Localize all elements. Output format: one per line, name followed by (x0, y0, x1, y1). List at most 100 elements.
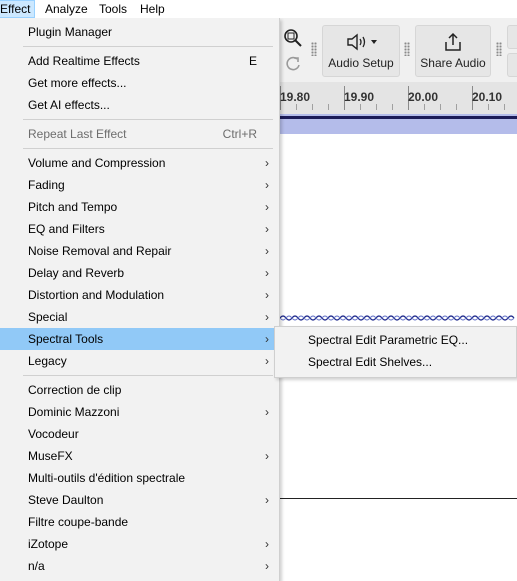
menu-item-label: Dominic Mazzoni (28, 405, 120, 419)
menu-item-multi-outils-edition-spectrale[interactable]: Multi-outils d'édition spectrale (0, 467, 279, 489)
redo-icon[interactable] (284, 54, 302, 75)
menu-item-eq-and-filters[interactable]: EQ and Filters › (0, 218, 279, 240)
submenu-arrow-icon: › (265, 493, 269, 507)
menu-item-label: Spectral Tools (28, 332, 104, 346)
submenu-arrow-icon: › (265, 222, 269, 236)
menu-item-label: Plugin Manager (28, 25, 113, 39)
zoom-group (280, 25, 306, 75)
menu-tools[interactable]: Tools (95, 0, 131, 18)
menu-separator (23, 148, 273, 149)
menu-item-label: Multi-outils d'édition spectrale (28, 471, 186, 485)
share-audio-button[interactable]: Share Audio (415, 25, 491, 77)
menu-item-n-a[interactable]: n/a › (0, 555, 279, 577)
speaker-icon (323, 32, 399, 55)
menu-item-label: Legacy (28, 354, 67, 368)
menu-separator (23, 375, 273, 376)
track-divider (280, 498, 517, 499)
menu-item-legacy[interactable]: Legacy › (0, 350, 279, 372)
menu-item-volume-and-compression[interactable]: Volume and Compression › (0, 152, 279, 174)
submenu-arrow-icon: › (265, 288, 269, 302)
menu-item-shortcut: E (248, 54, 257, 68)
menu-item-delay-and-reverb[interactable]: Delay and Reverb › (0, 262, 279, 284)
submenu-arrow-icon: › (265, 244, 269, 258)
menu-item-izotope[interactable]: iZotope › (0, 533, 279, 555)
submenu-arrow-icon: › (265, 178, 269, 192)
menu-item-correction-de-clip[interactable]: Correction de clip (0, 379, 279, 401)
menu-item-plugin-manager[interactable]: Plugin Manager (0, 21, 279, 43)
menu-item-label: Correction de clip (28, 383, 122, 397)
partial-toolbar-button[interactable] (507, 25, 517, 49)
submenu-arrow-icon: › (265, 559, 269, 573)
menu-effect[interactable]: Effect (0, 0, 36, 18)
submenu-arrow-icon: › (265, 310, 269, 324)
timeline-ruler[interactable]: 19.80 19.90 20.00 20.10 (280, 82, 517, 115)
menu-item-shortcut: Ctrl+R (222, 127, 257, 141)
selection-bar[interactable] (280, 114, 517, 134)
menu-item-noise-removal-and-repair[interactable]: Noise Removal and Repair › (0, 240, 279, 262)
zoom-toggle-icon[interactable] (283, 28, 303, 51)
submenu-arrow-icon: › (265, 449, 269, 463)
menu-item-spectral-tools[interactable]: Spectral Tools › (0, 328, 279, 350)
menu-item-label: Special (28, 310, 68, 324)
menu-item-repeat-last-effect: Repeat Last Effect Ctrl+R (0, 123, 279, 145)
audio-setup-button[interactable]: Audio Setup (322, 25, 400, 77)
submenu-arrow-icon: › (265, 156, 269, 170)
menu-item-add-realtime-effects[interactable]: Add Realtime Effects E (0, 50, 279, 72)
share-icon (416, 32, 490, 55)
toolbar-grip[interactable] (404, 42, 410, 56)
menu-item-musefx[interactable]: MuseFX › (0, 445, 279, 467)
menu-item-dominic-mazzoni[interactable]: Dominic Mazzoni › (0, 401, 279, 423)
toolbar-grip[interactable] (311, 42, 317, 56)
ruler-tick-label: 19.80 (280, 90, 311, 104)
submenu-arrow-icon: › (265, 266, 269, 280)
menu-separator (23, 46, 273, 47)
share-audio-label: Share Audio (420, 56, 486, 70)
menu-item-label: Get AI effects... (28, 98, 110, 112)
menu-item-label: Volume and Compression (28, 156, 166, 170)
submenu-item-spectral-edit-shelves[interactable]: Spectral Edit Shelves... (275, 351, 516, 373)
submenu-item-label: Spectral Edit Shelves... (308, 355, 433, 369)
menu-item-vocodeur[interactable]: Vocodeur (0, 423, 279, 445)
menu-item-distortion-and-modulation[interactable]: Distortion and Modulation › (0, 284, 279, 306)
menu-item-label: MuseFX (28, 449, 73, 463)
menu-item-get-ai-effects[interactable]: Get AI effects... (0, 94, 279, 116)
menu-item-label: EQ and Filters (28, 222, 105, 236)
menu-item-get-more-effects[interactable]: Get more effects... (0, 72, 279, 94)
partial-toolbar-button[interactable] (507, 53, 517, 77)
menu-item-label: Filtre coupe-bande (28, 515, 129, 529)
selection-line (280, 116, 517, 119)
menu-item-steve-daulton[interactable]: Steve Daulton › (0, 489, 279, 511)
menu-item-fading[interactable]: Fading › (0, 174, 279, 196)
menu-item-label: n/a (28, 559, 45, 573)
ruler-tick-label: 19.90 (344, 90, 375, 104)
spectral-tools-submenu: Spectral Edit Parametric EQ... Spectral … (274, 326, 517, 378)
menu-item-label: Vocodeur (28, 427, 79, 441)
audio-setup-label: Audio Setup (328, 56, 394, 70)
menu-separator (23, 119, 273, 120)
ruler-tick-label: 20.00 (408, 90, 439, 104)
menu-item-label: Noise Removal and Repair (28, 244, 172, 258)
menu-item-label: Get more effects... (28, 76, 127, 90)
menu-item-pitch-and-tempo[interactable]: Pitch and Tempo › (0, 196, 279, 218)
effect-menu: Plugin Manager Add Realtime Effects E Ge… (0, 18, 280, 581)
ruler-tick-label: 20.10 (472, 90, 503, 104)
menubar: Effect Analyze Tools Help (0, 0, 517, 18)
menu-item-label: Steve Daulton (28, 493, 104, 507)
toolbar-grip[interactable] (496, 42, 502, 56)
menu-item-label: Delay and Reverb (28, 266, 125, 280)
submenu-arrow-icon: › (265, 200, 269, 214)
menu-item-label: Fading (28, 178, 65, 192)
toolbar: Audio Setup Share Audio (280, 18, 517, 82)
submenu-arrow-icon: › (265, 537, 269, 551)
submenu-arrow-icon: › (265, 354, 269, 368)
menu-item-label: Distortion and Modulation (28, 288, 165, 302)
menu-item-filtre-coupe-bande[interactable]: Filtre coupe-bande (0, 511, 279, 533)
menu-item-label: Pitch and Tempo (28, 200, 118, 214)
menu-item-special[interactable]: Special › (0, 306, 279, 328)
menu-item-label: iZotope (28, 537, 69, 551)
submenu-item-spectral-edit-parametric-eq[interactable]: Spectral Edit Parametric EQ... (275, 329, 516, 351)
submenu-item-label: Spectral Edit Parametric EQ... (308, 333, 469, 347)
menu-help[interactable]: Help (136, 0, 169, 18)
menu-analyze[interactable]: Analyze (41, 0, 92, 18)
waveform (280, 315, 515, 321)
